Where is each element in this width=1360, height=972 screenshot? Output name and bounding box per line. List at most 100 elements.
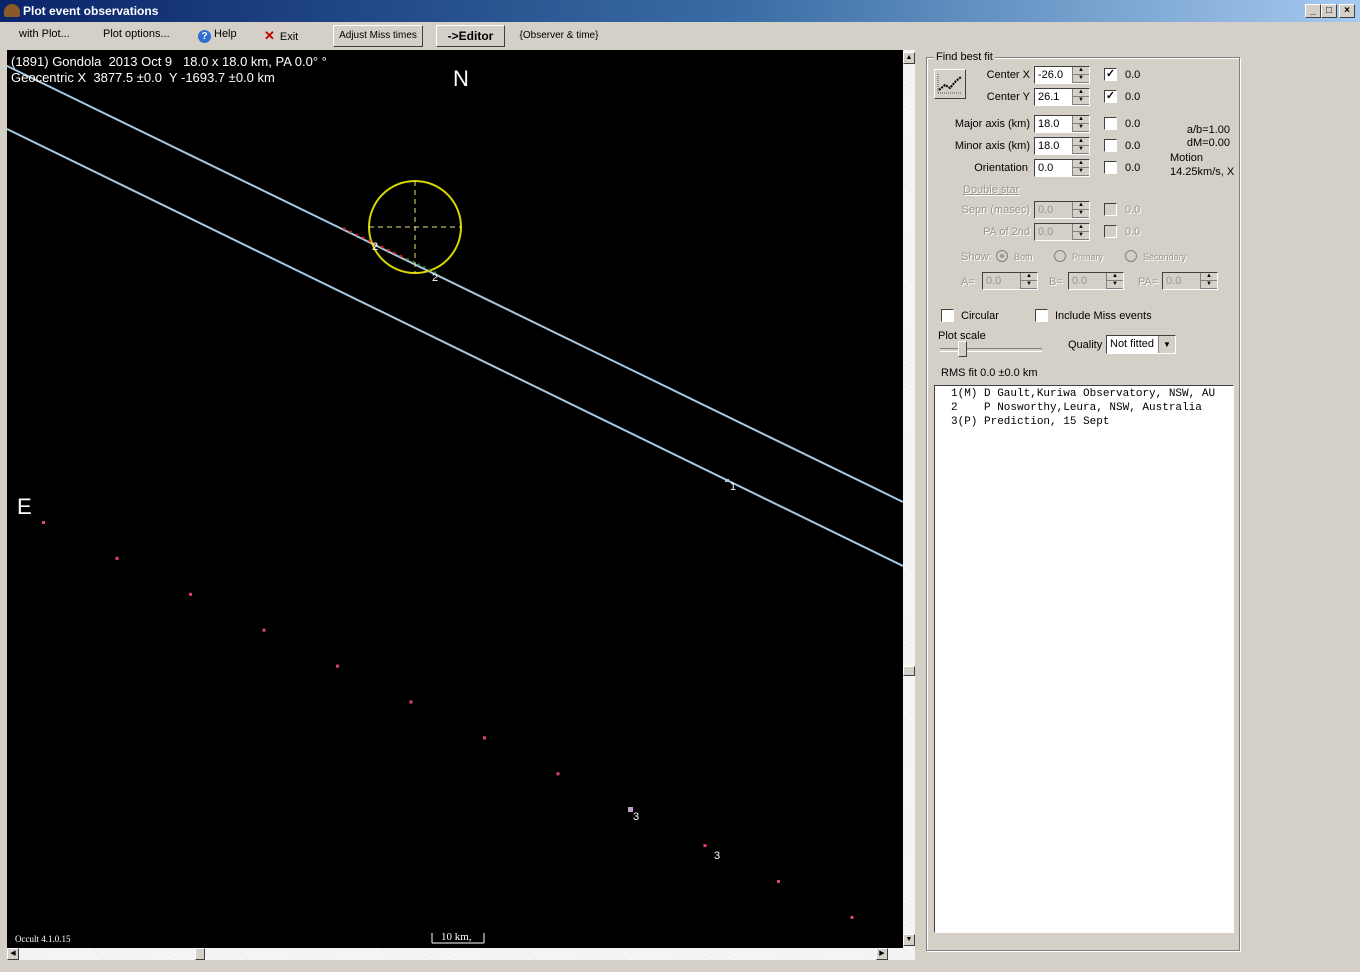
prediction-dot [262, 628, 266, 632]
prediction-dot [115, 556, 119, 560]
quality-select[interactable]: Not fitted ▼ [1106, 335, 1176, 354]
chord-label-1: 1 [730, 481, 737, 493]
b-input[interactable]: 0.0 ▲ ▼ [1068, 272, 1124, 290]
menu-exit[interactable]: ✕ Exit [264, 28, 298, 44]
plot-scale-slider[interactable] [958, 341, 967, 357]
major-axis-value: 18.0 [1038, 118, 1060, 130]
minor-axis-input[interactable]: 18.0 ▲ ▼ [1034, 137, 1090, 155]
pa-value: 0.0 [1166, 275, 1182, 287]
center-y-uncertainty: 0.0 [1125, 91, 1141, 103]
prediction-path [42, 521, 854, 919]
a-spinner[interactable]: ▲ ▼ [1020, 273, 1037, 289]
chord-label-3b: 3 [714, 850, 721, 862]
minor-axis-spinner[interactable]: ▲ ▼ [1072, 138, 1089, 154]
orientation-value: 0.0 [1038, 162, 1054, 174]
center-y-spinner[interactable]: ▲ ▼ [1072, 89, 1089, 105]
scroll-up-button[interactable]: ▲ [903, 52, 915, 64]
sepn-input[interactable]: 0.0 ▲ ▼ [1034, 201, 1090, 219]
editor-button[interactable]: ->Editor [436, 25, 505, 47]
east-label: E [17, 494, 32, 519]
prediction-dot [336, 664, 339, 668]
scroll-left-button[interactable]: ◀ [7, 948, 19, 960]
show-both-radio[interactable] [996, 250, 1008, 262]
plot-canvas[interactable]: (1891) Gondola 2013 Oct 9 18.0 x 18.0 km… [7, 50, 903, 948]
circular-checkbox[interactable] [941, 309, 954, 322]
observer-list[interactable]: 1(M) D Gault,Kuriwa Observatory, NSW, AU… [934, 385, 1234, 933]
orientation-input[interactable]: 0.0 ▲ ▼ [1034, 159, 1090, 177]
center-x-input[interactable]: -26.0 ▲ ▼ [1034, 66, 1090, 84]
observer-time-button[interactable]: {Observer & time} [509, 25, 609, 47]
plot-header-line1: (1891) Gondola 2013 Oct 9 18.0 x 18.0 km… [11, 54, 327, 69]
include-miss-checkbox[interactable] [1035, 309, 1048, 322]
center-y-checkbox[interactable]: ✓ [1104, 90, 1117, 103]
pa2-checkbox[interactable] [1104, 225, 1117, 238]
exit-icon: ✕ [264, 28, 275, 43]
pa-spinner[interactable]: ▲ ▼ [1200, 273, 1217, 289]
list-item[interactable]: 1(M) D Gault,Kuriwa Observatory, NSW, AU [951, 388, 1215, 400]
double-star-title: Double star [963, 184, 1020, 196]
scroll-down-button[interactable]: ▼ [903, 934, 915, 946]
show-secondary-radio[interactable] [1125, 250, 1137, 262]
a-input[interactable]: 0.0 ▲ ▼ [982, 272, 1038, 290]
help-label: Help [214, 28, 237, 40]
maximize-button[interactable]: □ [1321, 4, 1337, 18]
sepn-label: Sepn (masec) [961, 204, 1030, 216]
north-label: N [453, 66, 469, 91]
prediction-dot [409, 700, 413, 704]
major-axis-spinner[interactable]: ▲ ▼ [1072, 116, 1089, 132]
orientation-spinner[interactable]: ▲ ▼ [1072, 160, 1089, 176]
show-primary-radio[interactable] [1054, 250, 1066, 262]
menu-with-plot[interactable]: with Plot... [19, 28, 70, 40]
minor-axis-uncertainty: 0.0 [1125, 140, 1141, 152]
b-value: 0.0 [1072, 275, 1088, 287]
major-axis-label: Major axis (km) [954, 118, 1030, 130]
major-axis-input[interactable]: 18.0 ▲ ▼ [1034, 115, 1090, 133]
pa2-input[interactable]: 0.0 ▲ ▼ [1034, 223, 1090, 241]
menu-plot-options[interactable]: Plot options... [103, 28, 170, 40]
help-icon: ? [198, 30, 211, 43]
prediction-dot [189, 592, 192, 596]
center-x-spinner[interactable]: ▲ ▼ [1072, 67, 1089, 83]
plot-scale-track[interactable] [940, 348, 1042, 352]
plot-svg [7, 64, 903, 944]
b-spinner[interactable]: ▲ ▼ [1106, 273, 1123, 289]
pa-label: PA= [1138, 276, 1159, 288]
horizontal-scroll-thumb[interactable] [195, 948, 205, 960]
scroll-right-button[interactable]: ▶ [876, 948, 888, 960]
pa-input[interactable]: 0.0 ▲ ▼ [1162, 272, 1218, 290]
title-bar: Plot event observations _ □ × [0, 0, 1360, 22]
vertical-scroll-thumb[interactable] [903, 666, 915, 676]
center-x-checkbox[interactable]: ✓ [1104, 68, 1117, 81]
sepn-spinner[interactable]: ▲ ▼ [1072, 202, 1089, 218]
menu-help[interactable]: ? Help [198, 28, 237, 43]
list-item[interactable]: 2 P Nosworthy,Leura, NSW, Australia [951, 402, 1202, 414]
sepn-checkbox[interactable] [1104, 203, 1117, 216]
version-label: Occult 4.1.0.15 [15, 934, 71, 944]
prediction-dot [850, 915, 854, 919]
find-best-fit-title: Find best fit [934, 51, 995, 63]
a-label: A= [961, 276, 975, 288]
list-item[interactable]: 3(P) Prediction, 15 Sept [951, 416, 1109, 428]
include-miss-label: Include Miss events [1055, 310, 1152, 322]
sepn-value: 0.0 [1038, 204, 1054, 216]
minor-axis-checkbox[interactable] [1104, 139, 1117, 152]
center-y-value: 26.1 [1038, 91, 1060, 103]
pa2-uncertainty: 0.0 [1125, 226, 1141, 238]
orientation-checkbox[interactable] [1104, 161, 1117, 174]
menu-bar: with Plot... Plot options... ? Help ✕ Exit… [0, 22, 1360, 50]
vertical-scrollbar[interactable]: ▲ ▼ [903, 50, 915, 948]
pa2-spinner[interactable]: ▲ ▼ [1072, 224, 1089, 240]
horizontal-scrollbar[interactable]: ◀ ▶ [7, 948, 915, 960]
pa2-value: 0.0 [1038, 226, 1054, 238]
show-both-label: Both [1014, 252, 1033, 262]
center-y-input[interactable]: 26.1 ▲ ▼ [1034, 88, 1090, 106]
app-icon [4, 4, 20, 17]
close-button[interactable]: × [1339, 4, 1355, 18]
center-x-uncertainty: 0.0 [1125, 69, 1141, 81]
adjust-miss-times-button[interactable]: Adjust Miss times [333, 25, 423, 47]
chevron-down-icon[interactable]: ▼ [1158, 336, 1175, 353]
motion-label: Motion [1170, 152, 1204, 164]
minimize-button[interactable]: _ [1305, 4, 1321, 18]
major-axis-checkbox[interactable] [1104, 117, 1117, 130]
orientation-uncertainty: 0.0 [1125, 162, 1141, 174]
